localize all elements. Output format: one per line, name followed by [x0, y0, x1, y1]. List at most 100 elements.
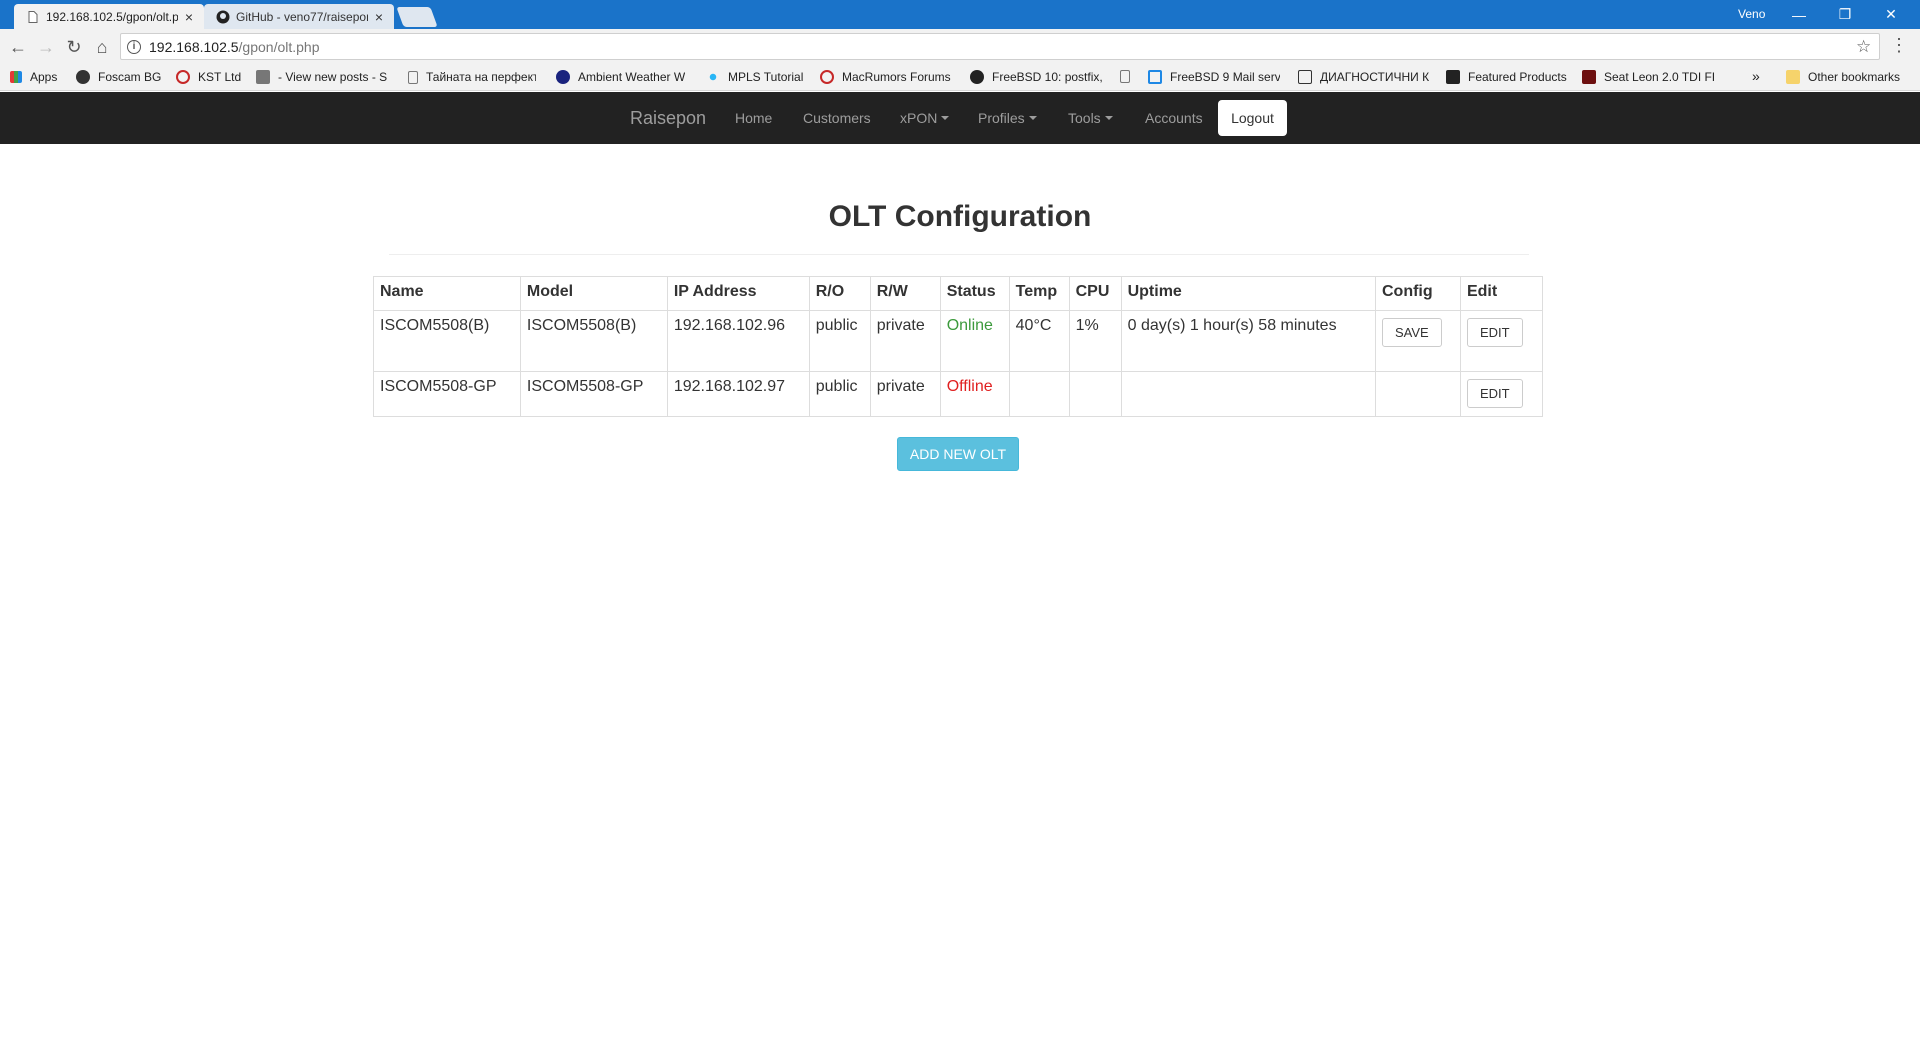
url-host: 192.168.102.5: [149, 38, 239, 55]
olt-model: ISCOM5508(B): [519, 310, 668, 372]
caret-down-icon: [1104, 116, 1113, 120]
bookmark-item[interactable]: [1120, 70, 1138, 83]
close-icon[interactable]: ×: [182, 10, 196, 24]
bookmark-item[interactable]: MPLS Tutorial: [706, 70, 803, 84]
edit-olt-button[interactable]: EDIT: [1466, 379, 1523, 408]
product-icon: [1446, 70, 1460, 84]
foscam-icon: [76, 70, 90, 84]
clipboard-icon: [1298, 70, 1312, 84]
tab-title: 192.168.102.5/gpon/olt.php: [46, 9, 178, 24]
forward-arrow-icon[interactable]: →: [34, 35, 58, 59]
column-header: Name: [373, 276, 521, 311]
bookmark-item[interactable]: KST Ltd: [176, 70, 241, 84]
edit-olt-button[interactable]: EDIT: [1466, 318, 1523, 347]
column-header: IP Address: [666, 276, 810, 311]
column-header: Edit: [1459, 276, 1544, 311]
column-header: R/O: [808, 276, 871, 311]
restore-icon[interactable]: ❐: [1822, 0, 1868, 29]
olt-status: Offline: [939, 371, 1010, 417]
folder-icon: [1786, 70, 1800, 84]
nav-profiles[interactable]: Profiles: [978, 92, 1037, 144]
olt-config-cell: SAVE: [1374, 310, 1461, 372]
olt-config-cell: [1374, 371, 1461, 417]
nav-home[interactable]: Home: [735, 92, 772, 144]
minimize-icon[interactable]: —: [1776, 0, 1822, 29]
olt-uptime: [1120, 371, 1376, 417]
window-close-icon[interactable]: ✕: [1868, 0, 1914, 29]
nav-tools[interactable]: Tools: [1068, 92, 1113, 144]
browser-tabstrip: 192.168.102.5/gpon/olt.php × GitHub - ve…: [0, 0, 1920, 29]
table-row: ISCOM5508(B) ISCOM5508(B) 192.168.102.96…: [373, 310, 1544, 372]
kst-icon: [176, 70, 190, 84]
bookmark-item[interactable]: Seat Leon 2.0 TDI FR: [1582, 70, 1714, 84]
nav-xpon[interactable]: xPON: [900, 92, 950, 144]
other-bookmarks[interactable]: Other bookmarks: [1786, 70, 1900, 84]
olt-table: Name Model IP Address R/O R/W Status Tem…: [373, 276, 1544, 417]
bookmark-item[interactable]: FreeBSD 9 Mail serv: [1148, 70, 1280, 84]
column-header: Model: [519, 276, 668, 311]
olt-ip: 192.168.102.96: [666, 310, 810, 372]
logout-button[interactable]: Logout: [1218, 100, 1287, 136]
add-new-olt-button[interactable]: ADD NEW OLT: [897, 437, 1019, 471]
new-tab-button[interactable]: [396, 7, 438, 27]
page-icon: [408, 70, 418, 84]
caret-down-icon: [941, 116, 950, 120]
seat-icon: [1582, 70, 1596, 84]
app-navbar: Raisepon Home Customers xPON Profiles To…: [0, 92, 1920, 144]
olt-rw: private: [869, 310, 941, 372]
page-icon: [26, 10, 40, 24]
olt-uptime: 0 day(s) 1 hour(s) 58 minutes: [1120, 310, 1376, 372]
column-header: Temp: [1008, 276, 1070, 311]
info-icon[interactable]: i: [127, 39, 141, 54]
bookmarks-overflow[interactable]: »: [1752, 68, 1760, 84]
bookmark-item[interactable]: Apps: [10, 70, 57, 84]
page-icon: [1120, 70, 1130, 83]
profile-name[interactable]: Veno: [1738, 7, 1765, 21]
reload-icon[interactable]: ↻: [62, 35, 86, 59]
close-icon[interactable]: ×: [372, 10, 386, 24]
save-config-button[interactable]: SAVE: [1381, 318, 1442, 347]
browser-tab[interactable]: GitHub - veno77/raisepon ×: [204, 4, 394, 29]
menu-dots-icon[interactable]: ⋮: [1890, 35, 1908, 56]
browser-toolbar: ← → ↻ ⌂ i 192.168.102.5/gpon/olt.php ☆ ⋮: [0, 29, 1920, 65]
address-bar[interactable]: i 192.168.102.5/gpon/olt.php: [120, 33, 1880, 60]
brand-link[interactable]: Raisepon: [630, 92, 706, 144]
bookmark-item[interactable]: - View new posts - S: [256, 70, 387, 84]
bookmark-item[interactable]: FreeBSD 10: postfix,: [970, 70, 1102, 84]
olt-ip: 192.168.102.97: [666, 371, 810, 417]
bookmark-item[interactable]: Foscam BG: [76, 70, 161, 84]
olt-rw: private: [869, 371, 941, 417]
olt-temp: 40°C: [1008, 310, 1070, 372]
olt-name: ISCOM5508-GP: [373, 371, 521, 417]
table-header-row: Name Model IP Address R/O R/W Status Tem…: [373, 276, 1544, 311]
url-path: /gpon/olt.php: [238, 38, 320, 55]
bookmark-item[interactable]: MacRumors Forums: [820, 70, 951, 84]
home-icon[interactable]: ⌂: [90, 35, 114, 59]
w-icon: [256, 70, 270, 84]
olt-edit-cell: EDIT: [1459, 310, 1544, 372]
olt-ro: public: [808, 371, 871, 417]
github-icon: [216, 10, 230, 24]
column-header: R/W: [869, 276, 941, 311]
olt-model: ISCOM5508-GP: [519, 371, 668, 417]
bookmark-item[interactable]: Ambient Weather W: [556, 70, 685, 84]
column-header: Config: [1374, 276, 1461, 311]
globe-icon: [556, 70, 570, 84]
bookmark-item[interactable]: ДИАГНОСТИЧНИ К: [1298, 70, 1429, 84]
apps-grid-icon: [10, 71, 22, 83]
browser-tab-active[interactable]: 192.168.102.5/gpon/olt.php ×: [14, 4, 204, 29]
nav-customers[interactable]: Customers: [803, 92, 871, 144]
olt-cpu: 1%: [1068, 310, 1122, 372]
nav-accounts[interactable]: Accounts: [1145, 92, 1203, 144]
divider: [389, 254, 1529, 255]
bookmarks-bar: Apps Foscam BG KST Ltd - View new posts …: [0, 65, 1920, 91]
bookmark-item[interactable]: Тайната на перфект: [408, 70, 536, 84]
caret-down-icon: [1028, 116, 1037, 120]
bookmark-item[interactable]: Featured Products: [1446, 70, 1567, 84]
column-header: Status: [939, 276, 1010, 311]
back-arrow-icon[interactable]: ←: [6, 35, 30, 59]
olt-cpu: [1068, 371, 1122, 417]
dots-icon: [706, 70, 720, 84]
page-title: OLT Configuration: [828, 200, 1092, 233]
bookmark-star-icon[interactable]: ☆: [1856, 37, 1871, 57]
